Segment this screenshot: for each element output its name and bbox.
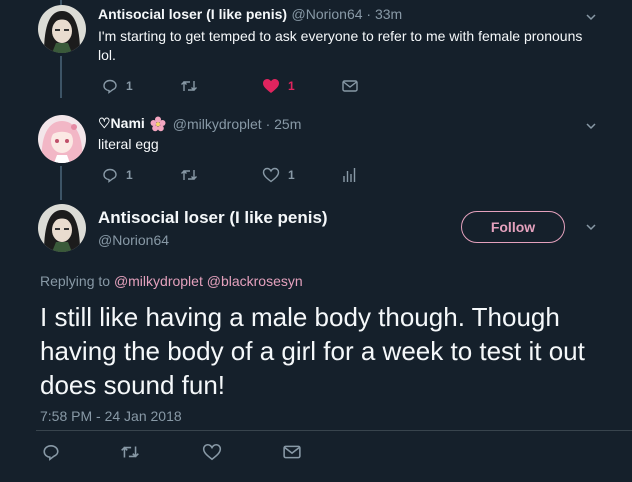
analytics-button[interactable] bbox=[342, 167, 356, 183]
chevron-down-icon[interactable] bbox=[584, 119, 598, 133]
avatar[interactable] bbox=[38, 115, 86, 163]
retweet-button[interactable] bbox=[120, 443, 140, 461]
tweet-text: I'm starting to get temped to ask everyo… bbox=[98, 28, 583, 63]
author-handle[interactable]: @Norion64 bbox=[98, 232, 169, 248]
reply-count: 1 bbox=[126, 79, 133, 93]
retweet-icon bbox=[121, 446, 139, 458]
replying-to: Replying to @milkydroplet @blackrosesyn bbox=[40, 273, 303, 289]
like-button[interactable] bbox=[202, 443, 222, 461]
reply-button[interactable]: 1 bbox=[102, 78, 133, 94]
author-name[interactable]: Antisocial loser (I like penis) bbox=[98, 6, 287, 22]
flower-emoji-icon bbox=[150, 116, 166, 131]
reply-icon bbox=[103, 168, 117, 183]
chevron-down-icon[interactable] bbox=[584, 220, 598, 234]
author-handle[interactable]: @Norion64 · 33m bbox=[292, 6, 403, 22]
replying-prefix: Replying to bbox=[40, 273, 111, 289]
divider bbox=[36, 430, 632, 431]
follow-button[interactable]: Follow bbox=[461, 211, 565, 243]
retweet-button[interactable] bbox=[180, 167, 198, 183]
main-tweet-text: I still like having a male body though. … bbox=[40, 302, 585, 400]
mention-link[interactable]: @milkydroplet bbox=[114, 273, 203, 289]
thread-line bbox=[60, 166, 62, 200]
heart-filled-icon bbox=[263, 79, 279, 93]
heart-icon bbox=[202, 443, 222, 461]
reply-count: 1 bbox=[126, 168, 133, 182]
retweet-button[interactable] bbox=[180, 78, 198, 94]
reply-icon bbox=[103, 79, 117, 94]
heart-icon bbox=[262, 167, 280, 183]
reply-button[interactable] bbox=[42, 443, 60, 461]
message-button[interactable] bbox=[342, 79, 358, 93]
avatar[interactable] bbox=[38, 204, 86, 252]
avatar[interactable] bbox=[38, 5, 86, 53]
reply-button[interactable]: 1 bbox=[102, 167, 133, 183]
envelope-icon bbox=[283, 445, 301, 459]
mention-link[interactable]: @blackrosesyn bbox=[207, 273, 303, 289]
like-button[interactable]: 1 bbox=[262, 78, 295, 94]
chevron-down-icon[interactable] bbox=[584, 10, 598, 24]
author-handle[interactable]: @milkydroplet · 25m bbox=[173, 116, 302, 132]
envelope-icon bbox=[342, 80, 358, 92]
message-button[interactable] bbox=[283, 444, 301, 460]
author-name[interactable]: Antisocial loser (I like penis) bbox=[98, 208, 328, 228]
thread-line bbox=[60, 56, 62, 98]
timestamp[interactable]: 7:58 PM - 24 Jan 2018 bbox=[40, 408, 182, 424]
retweet-icon bbox=[181, 81, 197, 91]
retweet-icon bbox=[181, 170, 197, 180]
tweet-text: literal egg bbox=[98, 136, 159, 152]
analytics-icon bbox=[343, 168, 356, 182]
like-button[interactable]: 1 bbox=[262, 167, 295, 183]
like-count: 1 bbox=[288, 79, 295, 93]
author-name[interactable]: ♡Nami bbox=[98, 115, 145, 132]
like-count: 1 bbox=[288, 168, 295, 182]
reply-icon bbox=[43, 445, 59, 461]
